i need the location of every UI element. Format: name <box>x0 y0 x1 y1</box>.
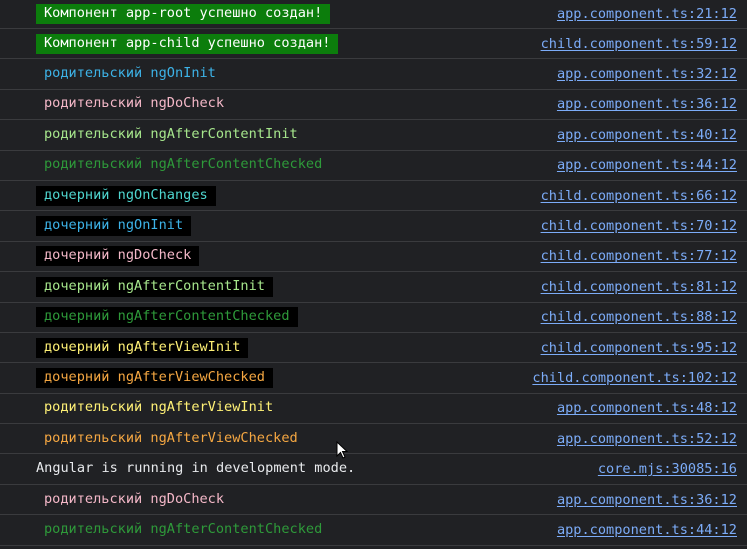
console-log-message: родительский ngAfterViewChecked <box>44 429 298 446</box>
mouse-pointer-icon <box>336 441 348 459</box>
console-source-link[interactable]: child.component.ts:59:12 <box>541 36 737 52</box>
console-source-link[interactable]: app.component.ts:44:12 <box>557 522 737 538</box>
console-log-row: родительский ngOnInit app.component.ts:32… <box>0 59 747 90</box>
console-log-message: Компонент app-root успешно создан! <box>36 4 331 24</box>
console-log-message: родительский ngAfterContentChecked <box>44 520 323 537</box>
console-log-message: родительский ngDoCheck <box>44 490 225 507</box>
console-source-link[interactable]: child.component.ts:88:12 <box>541 309 737 325</box>
console-log-message: дочерний ngOnInit <box>36 216 192 237</box>
console-log-row: Компонент app-child успешно создан! child… <box>0 29 747 60</box>
console-log-row: родительский ngAfterContentInit app.compo… <box>0 120 747 151</box>
console-log-row: родительский ngAfterViewChecked app.compo… <box>0 424 747 455</box>
console-log-row: дочерний ngOnChanges child.component.ts:6… <box>0 181 747 212</box>
console-source-link[interactable]: app.component.ts:40:12 <box>557 127 737 143</box>
console-source-link[interactable]: child.component.ts:66:12 <box>541 188 737 204</box>
console-log-message: дочерний ngAfterContentChecked <box>36 307 298 328</box>
devtools-console: Компонент app-root успешно создан! app.co… <box>0 0 747 549</box>
console-log-row: дочерний ngDoCheck child.component.ts:77:… <box>0 242 747 273</box>
console-log-row: дочерний ngAfterViewChecked child.compone… <box>0 363 747 394</box>
console-log-list: Компонент app-root успешно создан! app.co… <box>0 0 747 546</box>
console-source-link[interactable]: core.mjs:30085:16 <box>598 461 737 477</box>
console-log-row: родительский ngAfterViewInit app.componen… <box>0 394 747 425</box>
console-log-row: родительский ngDoCheck app.component.ts:3… <box>0 90 747 121</box>
console-log-row: дочерний ngAfterViewInit child.component.… <box>0 333 747 364</box>
console-log-message: родительский ngAfterViewInit <box>44 399 274 416</box>
console-source-link[interactable]: child.component.ts:77:12 <box>541 248 737 264</box>
console-source-link[interactable]: app.component.ts:21:12 <box>557 6 737 22</box>
console-log-row: родительский ngDoCheck app.component.ts:3… <box>0 485 747 516</box>
console-log-row: родительский ngAfterContentChecked app.co… <box>0 151 747 181</box>
console-log-message: дочерний ngDoCheck <box>36 246 200 267</box>
console-log-row: дочерний ngAfterContentChecked child.comp… <box>0 303 747 333</box>
console-log-row: родительский ngAfterContentChecked app.co… <box>0 515 747 546</box>
console-source-link[interactable]: child.component.ts:70:12 <box>541 218 737 234</box>
console-source-link[interactable]: child.component.ts:102:12 <box>532 370 737 386</box>
console-source-link[interactable]: app.component.ts:44:12 <box>557 157 737 173</box>
console-log-message: родительский ngDoCheck <box>44 95 225 112</box>
console-log-message: дочерний ngAfterViewInit <box>36 337 249 358</box>
console-log-row: Компонент app-root успешно создан! app.co… <box>0 0 747 29</box>
console-log-message: Angular is running in development mode. <box>36 460 356 477</box>
console-log-row: Angular is running in development mode. c… <box>0 454 747 485</box>
console-source-link[interactable]: app.component.ts:36:12 <box>557 492 737 508</box>
console-log-message: родительский ngAfterContentInit <box>44 125 298 142</box>
console-log-message: дочерний ngAfterViewChecked <box>36 367 273 388</box>
console-log-message: Компонент app-child успешно создан! <box>36 33 339 54</box>
console-log-message: дочерний ngAfterContentInit <box>36 276 273 297</box>
console-source-link[interactable]: app.component.ts:32:12 <box>557 66 737 82</box>
console-log-message: родительский ngAfterContentChecked <box>44 156 323 173</box>
console-source-link[interactable]: app.component.ts:52:12 <box>557 431 737 447</box>
console-source-link[interactable]: child.component.ts:95:12 <box>541 340 737 356</box>
console-log-message: родительский ngOnInit <box>44 65 216 82</box>
console-log-row: дочерний ngOnInit child.component.ts:70:1… <box>0 211 747 242</box>
console-source-link[interactable]: app.component.ts:36:12 <box>557 96 737 112</box>
console-log-row: дочерний ngAfterContentInit child.compone… <box>0 272 747 303</box>
console-source-link[interactable]: child.component.ts:81:12 <box>541 279 737 295</box>
console-source-link[interactable]: app.component.ts:48:12 <box>557 400 737 416</box>
console-log-message: дочерний ngOnChanges <box>36 185 216 206</box>
